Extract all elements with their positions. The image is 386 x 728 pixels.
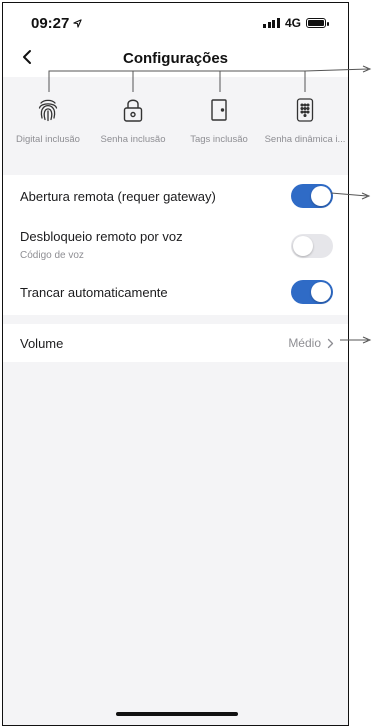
annotation-lines: [48, 65, 372, 344]
